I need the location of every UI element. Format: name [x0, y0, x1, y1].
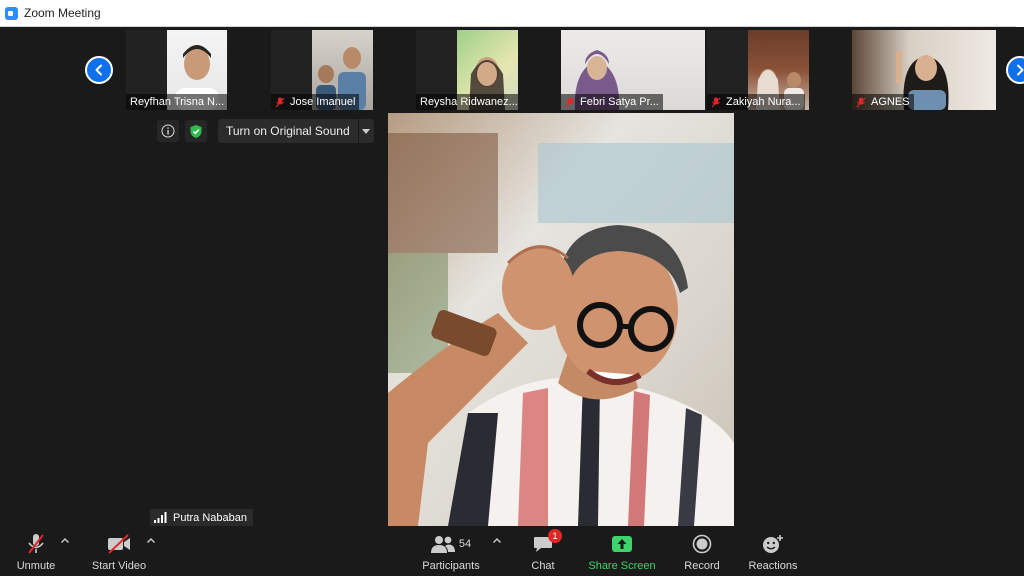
active-speaker-video: [388, 113, 734, 526]
video-off-icon: [108, 534, 130, 554]
share-screen-label: Share Screen: [588, 560, 656, 572]
mic-muted-icon: [856, 97, 866, 107]
window-title: Zoom Meeting: [24, 6, 101, 20]
unmute-button[interactable]: Unmute: [14, 528, 58, 576]
participants-count: 54: [458, 538, 472, 550]
mic-muted-icon: [711, 97, 721, 107]
signal-bars-icon: [154, 512, 167, 523]
start-video-label: Start Video: [91, 560, 147, 572]
original-sound-button[interactable]: Turn on Original Sound: [218, 119, 374, 143]
share-screen-button[interactable]: Share Screen: [588, 528, 656, 576]
participants-icon: [430, 536, 455, 553]
original-sound-label: Turn on Original Sound: [226, 124, 350, 138]
chevron-left-icon: [95, 64, 102, 76]
participant-tile[interactable]: Reyfhan Trisna N...: [126, 30, 228, 110]
participant-name: Zakiyah Nura...: [707, 94, 805, 110]
participant-tile[interactable]: Reysha Ridwanez...: [416, 30, 518, 110]
meeting-stage: Reyfhan Trisna N... Jose Imanuel Reysha …: [0, 28, 1024, 528]
audio-options-caret[interactable]: [60, 536, 70, 546]
chat-button[interactable]: 1 Chat: [526, 528, 562, 576]
previous-page-button[interactable]: [85, 56, 113, 84]
mic-muted-icon: [565, 97, 575, 107]
unmute-label: Unmute: [16, 560, 56, 572]
info-button[interactable]: [157, 120, 179, 142]
participants-label: Participants: [422, 560, 480, 572]
next-page-button[interactable]: [1006, 56, 1024, 84]
participant-name: Febri Satya Pr...: [561, 94, 663, 110]
participants-options-caret[interactable]: [492, 536, 502, 546]
chat-label: Chat: [531, 560, 555, 572]
mic-muted-icon: [28, 534, 44, 554]
participants-button[interactable]: 54 Participants: [418, 528, 484, 576]
speaker-name-tag: Putra Nababan: [150, 509, 253, 526]
audio-options-bar: Turn on Original Sound: [157, 119, 374, 143]
record-button[interactable]: Record: [682, 528, 722, 576]
participant-tile[interactable]: Febri Satya Pr...: [561, 30, 705, 110]
original-sound-dropdown[interactable]: [357, 119, 374, 143]
chevron-right-icon: [1017, 64, 1024, 76]
encryption-button[interactable]: [185, 120, 207, 142]
participant-name: Reyfhan Trisna N...: [126, 94, 228, 110]
meeting-toolbar: Unmute Start Video 54 Participants 1 Cha…: [0, 528, 1024, 576]
reactions-button[interactable]: Reactions: [746, 528, 800, 576]
window-controls[interactable]: [1016, 0, 1024, 27]
participant-tile[interactable]: Jose Imanuel: [271, 30, 373, 110]
start-video-button[interactable]: Start Video: [88, 528, 150, 576]
reactions-icon: [763, 535, 783, 553]
participant-tile[interactable]: AGNES: [852, 30, 996, 110]
record-label: Record: [684, 560, 720, 572]
record-icon: [692, 534, 712, 554]
shield-check-icon: [190, 124, 202, 138]
participant-tile[interactable]: Zakiyah Nura...: [707, 30, 809, 110]
participant-name: AGNES: [852, 94, 914, 110]
info-icon: [161, 124, 175, 138]
caret-down-icon: [362, 128, 371, 134]
zoom-app-icon: [5, 6, 18, 20]
video-options-caret[interactable]: [146, 536, 156, 546]
chat-unread-badge: 1: [548, 529, 562, 543]
share-screen-icon: [612, 536, 632, 552]
participant-name: Jose Imanuel: [271, 94, 360, 110]
participant-name: Reysha Ridwanez...: [416, 94, 518, 110]
reactions-label: Reactions: [748, 560, 798, 572]
title-bar: Zoom Meeting: [0, 0, 1024, 27]
speaker-name: Putra Nababan: [173, 511, 247, 524]
mic-muted-icon: [275, 97, 285, 107]
